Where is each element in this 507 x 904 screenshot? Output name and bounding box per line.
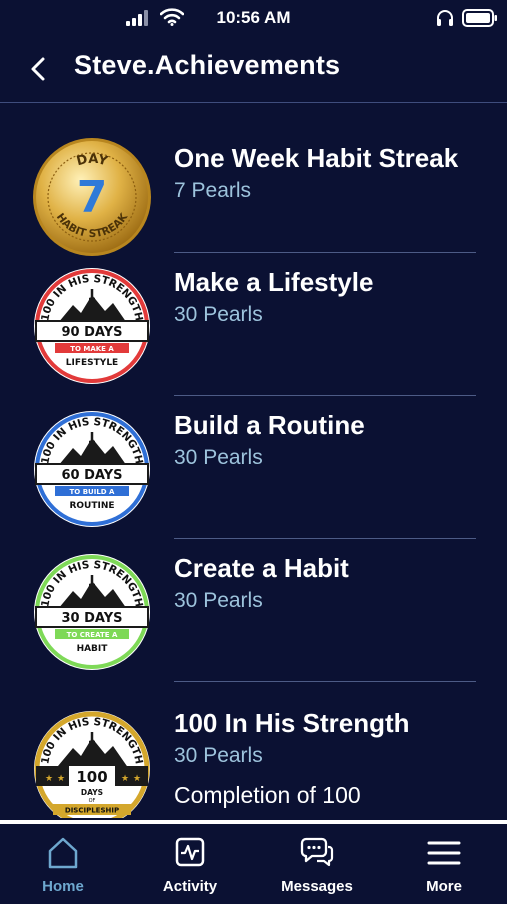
tab-label: Messages [281, 878, 353, 895]
tab-more[interactable]: More [381, 824, 507, 900]
status-bar: 10:56 AM [0, 0, 507, 36]
achievement-item-make-a-lifestyle[interactable]: 100 IN HIS STRENGTH 90 DAYS TO MAKE A LI… [0, 253, 507, 396]
30-days-habit-badge-icon: 100 IN HIS STRENGTH 30 DAYS TO CREATE A … [34, 554, 150, 670]
home-icon [48, 837, 78, 869]
messages-icon [300, 837, 334, 867]
tab-label: Home [42, 878, 84, 895]
achievement-title: Build a Routine [174, 410, 365, 440]
svg-text:★: ★ [133, 774, 141, 784]
svg-text:30 DAYS: 30 DAYS [61, 611, 122, 626]
achievement-reward: 30 Pearls [174, 589, 263, 612]
achievement-reward: 30 Pearls [174, 744, 263, 767]
90-days-lifestyle-badge-icon: 100 IN HIS STRENGTH 90 DAYS TO MAKE A LI… [34, 268, 150, 384]
svg-text:60 DAYS: 60 DAYS [61, 468, 122, 483]
menu-icon [427, 841, 461, 865]
achievement-item-create-a-habit[interactable]: 100 IN HIS STRENGTH 30 DAYS TO CREATE A … [0, 539, 507, 682]
svg-text:★: ★ [57, 774, 65, 784]
tab-home[interactable]: Home [0, 824, 126, 900]
status-time: 10:56 AM [216, 8, 291, 27]
achievement-item-100-in-his-strength[interactable]: 100 IN HIS STRENGTH ★ ★ ★ ★ 100 DAYS OF … [0, 682, 507, 818]
svg-text:TO BUILD A: TO BUILD A [70, 488, 115, 496]
svg-text:TO CREATE A: TO CREATE A [67, 631, 118, 639]
svg-text:100: 100 [76, 768, 107, 786]
achievement-description: Completion of 100 [174, 782, 361, 808]
achievements-list[interactable]: DAY 7 HABIT STREAK One Week Habit Streak… [0, 103, 507, 818]
achievement-title: Create a Habit [174, 553, 349, 583]
achievement-reward: 7 Pearls [174, 179, 252, 202]
svg-text:90 DAYS: 90 DAYS [61, 325, 122, 340]
svg-text:TO MAKE A: TO MAKE A [70, 345, 114, 353]
achievement-item-build-a-routine[interactable]: 100 IN HIS STRENGTH 60 DAYS TO BUILD A R… [0, 396, 507, 539]
svg-text:★: ★ [121, 774, 129, 784]
page-title: Steve.Achievements [74, 50, 341, 80]
achievement-reward: 30 Pearls [174, 446, 263, 469]
svg-text:ROUTINE: ROUTINE [69, 501, 114, 511]
headphones-icon [437, 10, 453, 26]
svg-text:DAYS: DAYS [81, 788, 103, 797]
svg-text:★: ★ [45, 774, 53, 784]
tab-bar: Home Activity Messages More [0, 820, 507, 904]
chevron-left-icon [31, 57, 45, 81]
gold-seal-badge-icon: DAY 7 HABIT STREAK [33, 138, 151, 256]
svg-text:DAY: DAY [75, 152, 110, 170]
achievement-item-one-week-habit-streak[interactable]: DAY 7 HABIT STREAK One Week Habit Streak… [0, 103, 507, 256]
tab-activity[interactable]: Activity [127, 824, 253, 900]
svg-text:OF: OF [89, 798, 96, 804]
tab-messages[interactable]: Messages [254, 824, 380, 900]
tab-label: Activity [162, 878, 218, 895]
back-button[interactable] [26, 54, 52, 84]
achievement-title: 100 In His Strength [174, 708, 410, 738]
header: Steve.Achievements [0, 36, 507, 103]
100-days-discipleship-badge-icon: 100 IN HIS STRENGTH ★ ★ ★ ★ 100 DAYS OF … [34, 711, 150, 818]
achievement-reward: 30 Pearls [174, 303, 263, 326]
achievement-title: One Week Habit Streak [174, 143, 459, 173]
svg-text:7: 7 [77, 172, 108, 223]
tab-label: More [426, 878, 462, 895]
battery-icon [462, 9, 497, 27]
svg-text:DISCIPLESHIP: DISCIPLESHIP [65, 807, 119, 815]
60-days-routine-badge-icon: 100 IN HIS STRENGTH 60 DAYS TO BUILD A R… [34, 411, 150, 527]
svg-text:HABIT: HABIT [77, 644, 109, 654]
activity-icon [175, 837, 205, 867]
svg-text:LIFESTYLE: LIFESTYLE [66, 358, 118, 368]
achievement-title: Make a Lifestyle [174, 267, 374, 297]
